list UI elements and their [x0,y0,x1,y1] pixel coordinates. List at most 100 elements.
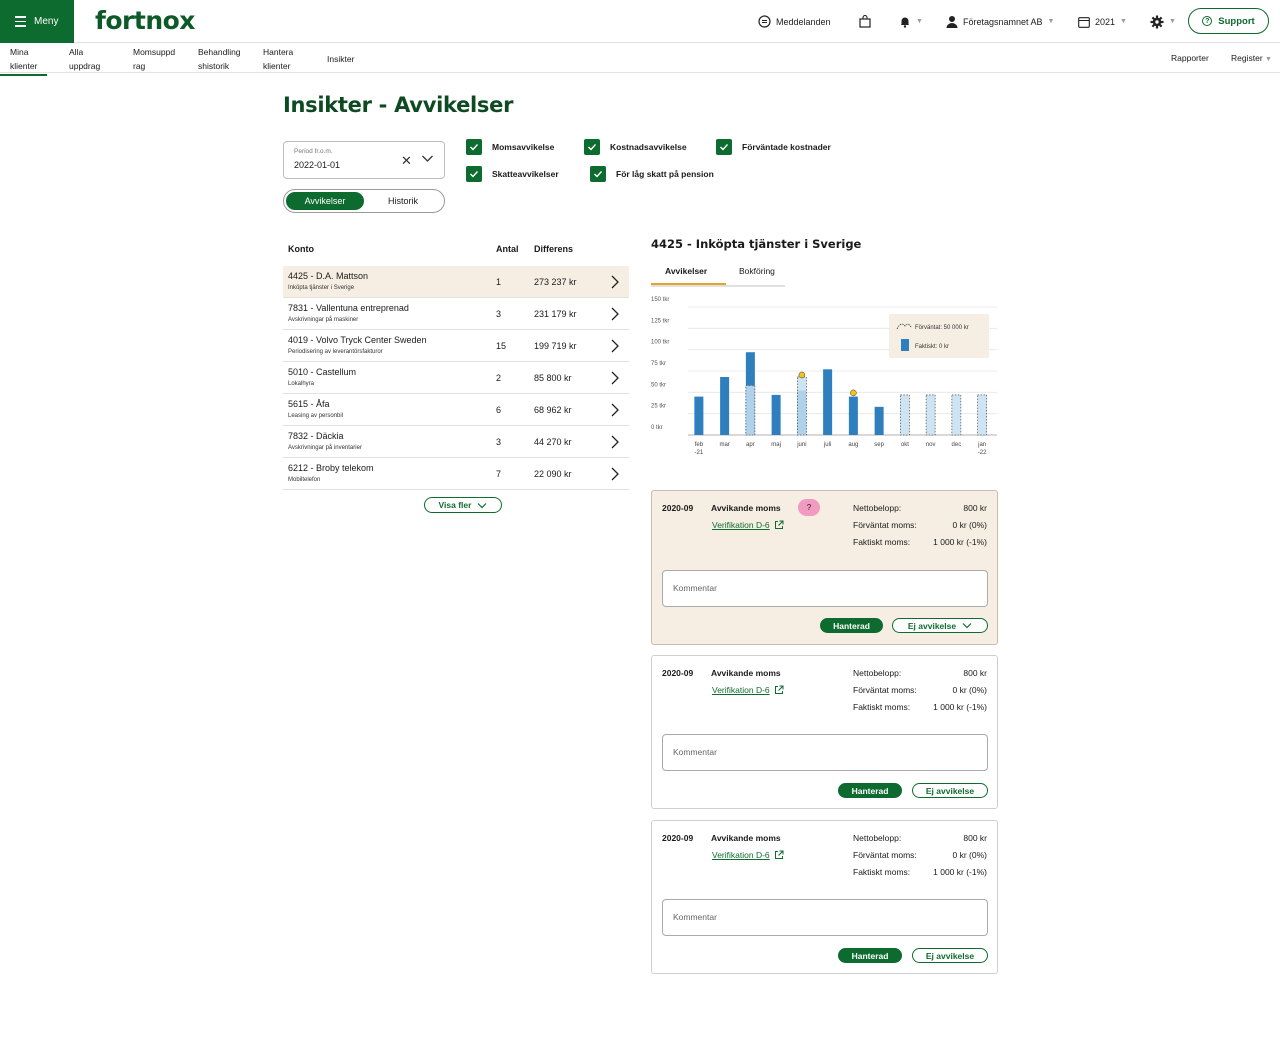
verification-link[interactable]: Verifikation D-6 [712,520,784,530]
tab-avvikelser[interactable]: Avvikelser [665,266,707,276]
subnav-label: Mina [10,47,29,57]
legend-actual: Faktiskt: 0 kr [915,344,949,350]
x-tick-label: juni [796,442,806,448]
card-period: 2020-09 [662,833,694,843]
account-count: 7 [496,469,502,479]
handled-button[interactable]: Hanterad [820,618,883,633]
chevron-down-icon[interactable] [421,152,434,165]
chevron-right-icon [611,275,619,289]
subnav-item-alla-uppdrag[interactable]: Alla uppdrag [69,45,100,73]
shop-button[interactable] [859,0,871,43]
verification-link[interactable]: Verifikation D-6 [712,685,784,695]
messages-button[interactable]: Meddelanden [758,0,831,43]
table-row[interactable]: 5615 - Åfa Leasing av personbil 6 68 962… [283,394,629,426]
not-deviation-button[interactable]: Ej avvikelse [912,783,988,798]
table-row[interactable]: 4019 - Volvo Tryck Center Sweden Periodi… [283,330,629,362]
support-button[interactable]: ? Support [1188,8,1269,34]
comment-input[interactable]: Kommentar [662,570,988,607]
warning-icon [850,389,857,397]
tab-bokforing[interactable]: Bokföring [739,266,775,276]
detail-tabs: Avvikelser Bokföring [651,263,785,287]
subnav-item-register[interactable]: Register ▼ [1231,53,1272,63]
actual-bar [720,376,730,435]
account-name: 7832 - Däckia [288,431,344,441]
user-icon [946,16,958,28]
checkbox-kostnadsavvikelse[interactable]: Kostnadsavvikelse [584,139,687,155]
handled-button[interactable]: Hanterad [838,783,902,798]
checkmark-icon [590,166,606,182]
table-row[interactable]: 7831 - Vallentuna entreprenad Avskrivnin… [283,298,629,330]
toggle-historik[interactable]: Historik [364,192,442,210]
account-description: Leasing av personbil [288,413,344,419]
actual-bar [848,396,858,435]
external-link-icon [774,685,784,694]
subnav-label: klienter [10,61,38,71]
handled-button[interactable]: Hanterad [838,948,902,963]
chevron-right-icon [611,467,619,481]
company-selector[interactable]: Företagsnamnet AB ▼ [946,0,1054,43]
account-count: 6 [496,405,502,415]
account-description: Inköpta tjänster i Sverige [288,285,355,291]
chevron-right-icon [611,371,619,385]
checkbox-skatteavvikelser[interactable]: Skatteavvikelser [466,166,559,182]
net-amount-label: Nettobelopp: [853,833,902,843]
company-label: Företagsnamnet AB [963,16,1043,27]
subnav-item-hantera-klienter[interactable]: Hantera klienter [263,45,293,73]
subnav-item-mina-klienter[interactable]: Mina klienter [0,45,48,76]
subnav-item-rapporter[interactable]: Rapporter [1171,53,1209,63]
verification-label: Verifikation D-6 [712,685,770,695]
table-row[interactable]: 6212 - Broby telekom Mobiltelefon 7 22 0… [283,458,629,490]
account-diff: 231 179 kr [534,309,577,319]
subnav-label: Momsuppd [133,47,176,57]
deviation-card: 2020-09 Avvikande moms ? Verifikation D-… [651,490,998,645]
not-deviation-button[interactable]: Ej avvikelse [912,948,988,963]
card-period: 2020-09 [662,503,694,513]
fortnox-logo[interactable]: fortnox [95,6,195,35]
x-tick-label: nov [926,442,936,448]
subnav-label: Register [1231,53,1263,63]
menu-button[interactable]: Meny [0,0,74,43]
verification-link[interactable]: Verifikation D-6 [712,850,784,860]
period-select[interactable]: Period fr.o.m. 2022-01-01 ✕ [283,141,445,179]
table-row[interactable]: 5010 - Castellum Lokalhyra 2 85 800 kr [283,362,629,394]
question-badge[interactable]: ? [798,499,820,516]
view-toggle: Avvikelser Historik [283,189,445,213]
not-deviation-dropdown[interactable]: Ej avvikelse [892,618,988,633]
account-count: 15 [496,341,507,351]
table-row[interactable]: 7832 - Däckia Avskrivningar på inventari… [283,426,629,458]
account-description: Periodisering av leverantörsfakturor [288,349,383,355]
x-tick-label: aug [848,442,858,448]
messages-label: Meddelanden [776,16,831,27]
verification-label: Verifikation D-6 [712,520,770,530]
subnav-item-momsuppdrag[interactable]: Momsuppd rag [133,45,175,73]
account-name: 5615 - Åfa [288,399,330,409]
table-row[interactable]: 4425 - D.A. Mattson Inköpta tjänster i S… [283,266,629,298]
net-amount-label: Nettobelopp: [853,503,902,513]
subnav-item-behandlingshistorik[interactable]: Behandling shistorik [198,45,241,73]
account-name: 5010 - Castellum [288,367,357,377]
show-more-button[interactable]: Visa fler [424,497,502,513]
comment-input[interactable]: Kommentar [662,899,988,936]
clear-icon[interactable]: ✕ [401,153,412,169]
account-name: 7831 - Vallentuna entreprenad [288,303,409,313]
expected-bar [900,394,910,436]
checkbox-for-lag-skatt-pension[interactable]: För låg skatt på pension [590,166,714,182]
account-diff: 68 962 kr [534,405,572,415]
card-period: 2020-09 [662,668,694,678]
toggle-avvikelser[interactable]: Avvikelser [286,192,364,210]
subnav-label: Behandling [198,47,241,57]
chevron-down-icon: ▼ [1047,18,1055,25]
year-selector[interactable]: 2021 ▼ [1078,0,1127,43]
checkbox-momsavvikelse[interactable]: Momsavvikelse [466,139,554,155]
x-tick-label: juli [823,442,831,448]
expected-vat-label: Förväntat moms: [853,685,917,695]
actual-vat-label: Faktiskt moms: [853,537,911,547]
account-name: 4019 - Volvo Tryck Center Sweden [288,335,427,345]
checkmark-icon [716,139,732,155]
checkbox-forvantade-kostnader[interactable]: Förväntade kostnader [716,139,831,155]
settings-button[interactable]: ▼ [1150,0,1176,43]
notifications-button[interactable]: ▼ [899,0,923,43]
subnav-item-insikter[interactable]: Insikter [327,52,354,66]
comment-input[interactable]: Kommentar [662,734,988,771]
x-tick-label: mar [719,442,729,448]
